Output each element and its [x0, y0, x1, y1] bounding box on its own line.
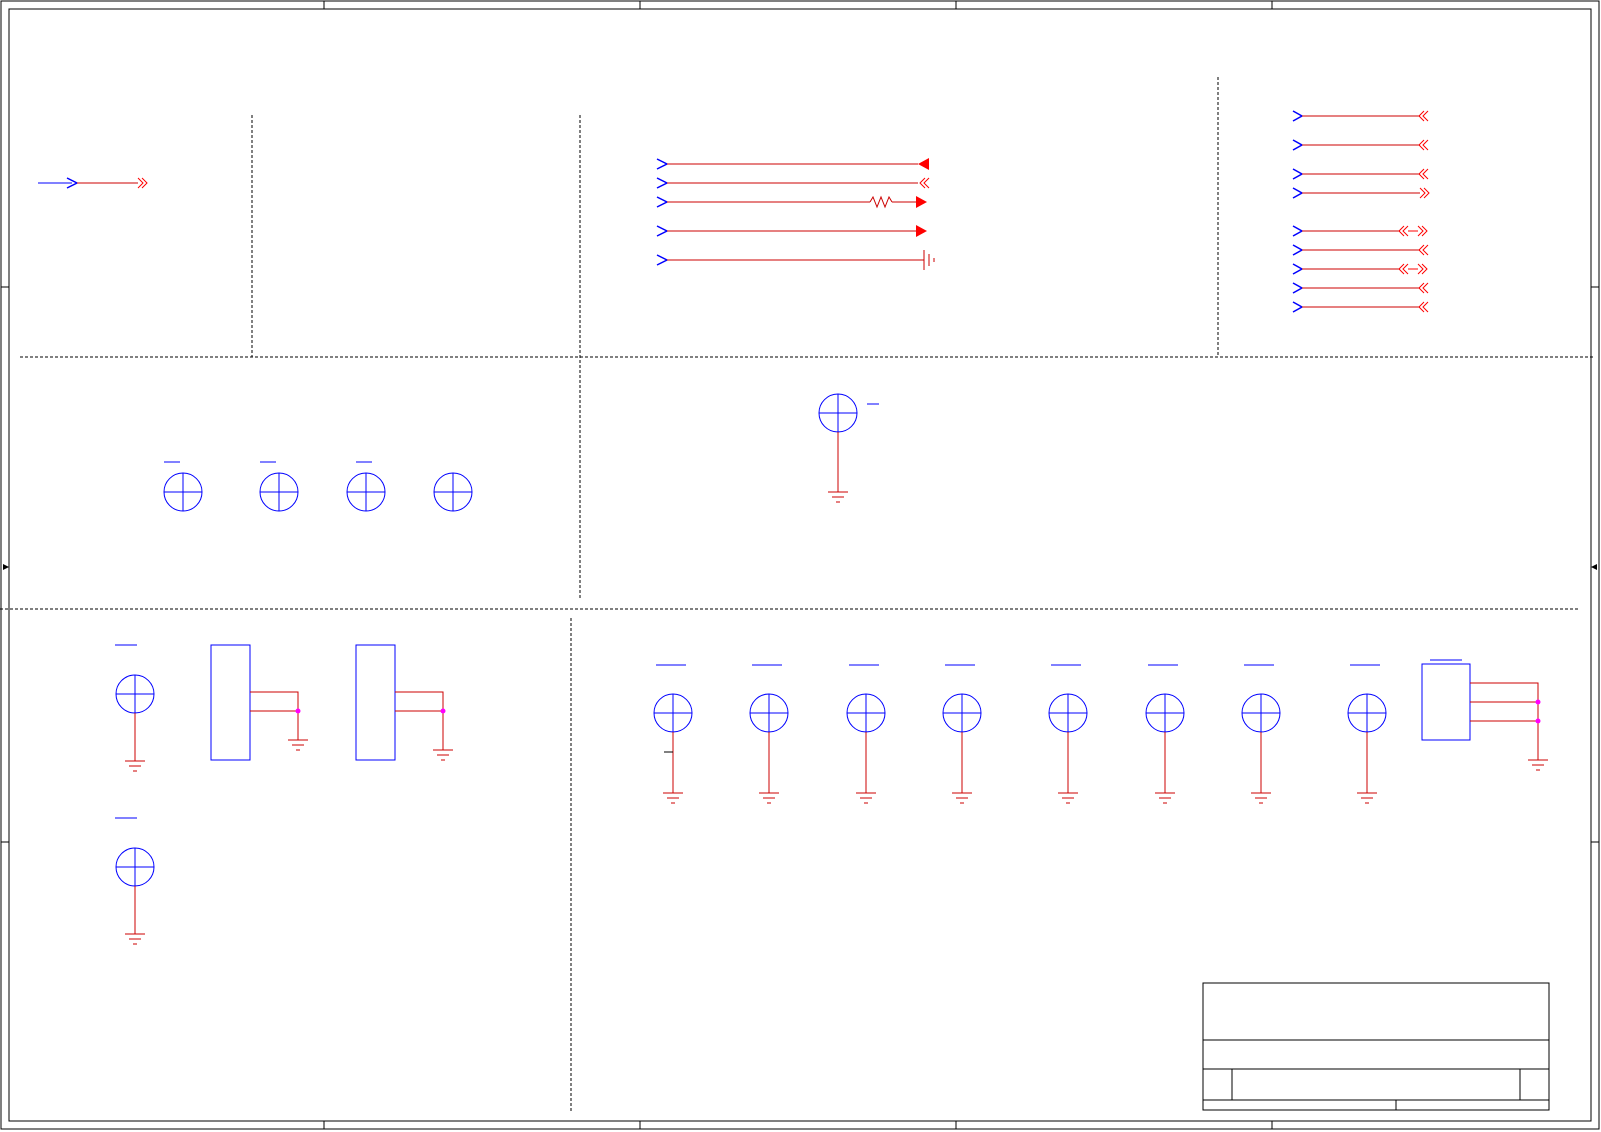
connector-block-icon [210, 644, 308, 761]
ground-icon [1251, 792, 1271, 804]
mounting-hole-grounded [653, 664, 693, 804]
net-row [1292, 301, 1429, 313]
mounting-hole-icon [1145, 664, 1185, 733]
mounting-hole-grounded [942, 664, 982, 804]
net-row [1292, 263, 1428, 275]
offpage-connector-in-icon [656, 177, 669, 189]
mounting-hole-icon [846, 664, 886, 733]
mounting-hole-icon [818, 393, 879, 433]
resistor-icon [869, 195, 893, 209]
offpage-connector-in-icon [1292, 263, 1304, 275]
bottom-left-group [115, 644, 453, 945]
sheet-frame [0, 0, 1600, 1130]
offpage-connector-in-icon [1292, 110, 1304, 122]
mounting-hole-icon [346, 461, 386, 512]
mounting-hole-icon [433, 472, 473, 512]
offpage-connector-out-icon [137, 177, 144, 189]
chassis-ground-icon [923, 250, 935, 270]
ground-icon [952, 792, 972, 804]
ground-icon [1528, 759, 1548, 771]
offpage-connector-in-icon [1292, 244, 1304, 256]
mounting-hole-icon [163, 461, 203, 512]
mounting-hole-icon [653, 664, 693, 733]
ground-icon [433, 749, 453, 761]
offpage-connector-in-icon [656, 196, 669, 208]
ground-icon [856, 792, 876, 804]
mounting-hole-grounded [1145, 664, 1185, 804]
mounting-hole-icon [749, 664, 789, 733]
offpage-connector-in-icon [1292, 139, 1304, 151]
power-arrow-icon [916, 225, 927, 237]
offpage-connector-out-icon [1419, 187, 1426, 199]
ground-icon [125, 760, 145, 772]
mounting-hole-grounded [1347, 664, 1387, 804]
sheet-edge-markers [3, 564, 1597, 570]
connector-block-icon [355, 644, 453, 761]
mounting-hole-icon [1048, 664, 1088, 733]
mounting-hole-grounded [846, 664, 886, 804]
mounting-hole-grounded [749, 664, 789, 804]
power-arrow-icon [916, 196, 927, 208]
net-row [1292, 225, 1428, 237]
offpage-connector-in-icon [1292, 282, 1304, 294]
offpage-connector-in-icon [656, 158, 669, 170]
ground-icon [663, 792, 683, 804]
offpage-connector-in-icon [656, 254, 669, 266]
connector-block-icon [1421, 659, 1548, 771]
ground-icon [125, 933, 145, 945]
offpage-connector-in-icon [1292, 225, 1304, 237]
bottom-right-group [653, 664, 1387, 804]
offpage-connector-in-icon [1292, 187, 1304, 199]
power-arrow-icon [918, 158, 929, 170]
net-row [1292, 168, 1429, 180]
ground-icon [288, 739, 308, 751]
mounting-hole-icon [115, 644, 155, 714]
ground-icon [828, 491, 848, 503]
net-row [1292, 110, 1429, 122]
ground-icon [1155, 792, 1175, 804]
section-dividers [0, 77, 1595, 1112]
offpage-connector-in-icon [656, 225, 669, 237]
net-row [1292, 139, 1429, 151]
mounting-hole-grounded [1048, 664, 1088, 804]
net-group-right [1292, 110, 1430, 313]
net-row [1292, 244, 1429, 256]
offpage-connector-in-icon [1292, 168, 1304, 180]
title-block [1202, 982, 1550, 1111]
mounting-hole-grounded [1241, 664, 1281, 804]
net-topleft [38, 177, 148, 189]
mounting-hole-icon [942, 664, 982, 733]
mounting-hole-grounded [818, 393, 879, 503]
ground-icon [759, 792, 779, 804]
schematic-sheet [0, 0, 1600, 1130]
net-row [1292, 282, 1429, 294]
mounting-hole-icon [259, 461, 299, 512]
ground-icon [1058, 792, 1078, 804]
mounting-hole-icon [1347, 664, 1387, 733]
ground-icon [1357, 792, 1377, 804]
mounting-hole-icon [1241, 664, 1281, 733]
mounting-holes-unconnected [163, 461, 473, 512]
net-group-middle [656, 158, 935, 270]
mounting-hole-icon [115, 817, 155, 887]
net-row [1292, 187, 1430, 199]
offpage-connector-in-icon [1292, 301, 1304, 313]
